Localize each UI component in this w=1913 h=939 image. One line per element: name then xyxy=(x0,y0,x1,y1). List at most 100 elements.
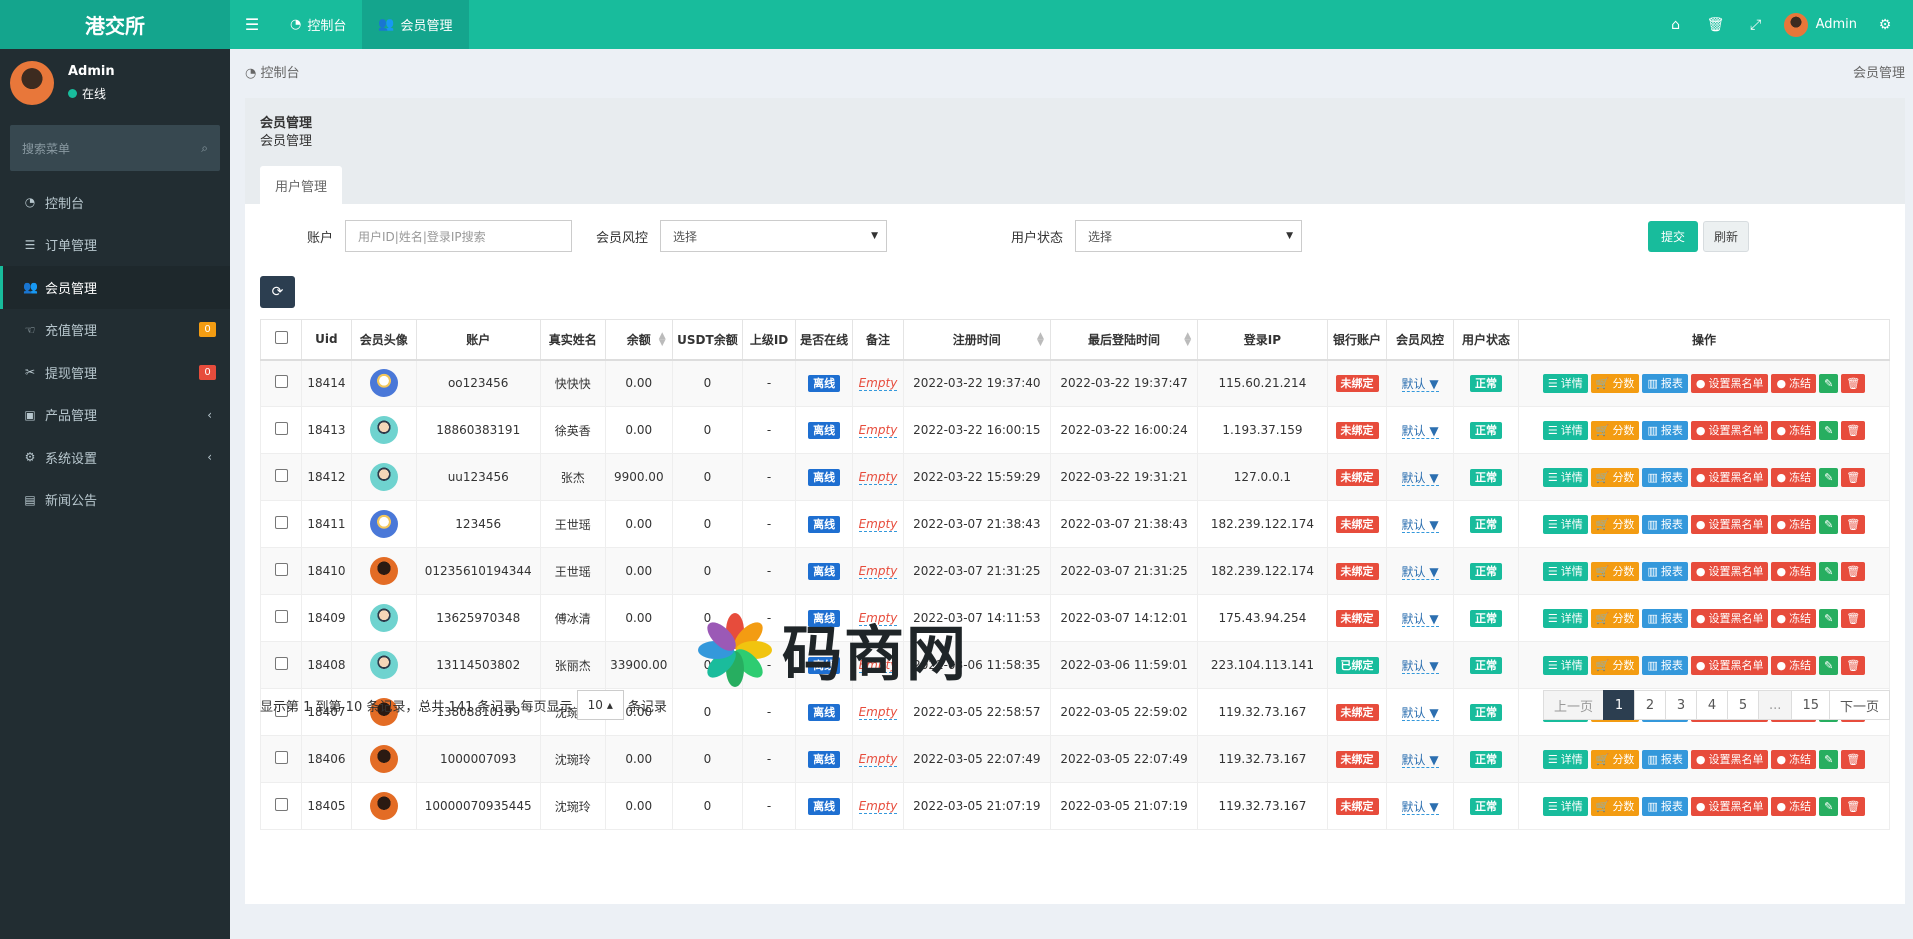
row-checkbox[interactable] xyxy=(274,657,288,670)
home-icon[interactable]: ⌂ xyxy=(1656,0,1696,49)
page-button[interactable]: 15 xyxy=(1791,690,1830,720)
row-checkbox[interactable] xyxy=(274,375,288,389)
score-button[interactable]: 🛒分数 xyxy=(1590,373,1640,393)
delete-button[interactable]: 🗑 xyxy=(1841,749,1866,769)
risk-dropdown[interactable]: 默认 ▼ xyxy=(1401,423,1439,439)
delete-button[interactable]: 🗑 xyxy=(1841,467,1866,487)
score-button[interactable]: 🛒分数 xyxy=(1590,514,1640,534)
trash-icon[interactable]: 🗑 xyxy=(1696,0,1736,49)
sidebar-item-0[interactable]: ◔ 控制台 xyxy=(0,181,230,224)
freeze-button[interactable]: ●冻结 xyxy=(1771,467,1817,487)
freeze-button[interactable]: ●冻结 xyxy=(1771,608,1817,628)
risk-dropdown[interactable]: 默认 ▼ xyxy=(1401,564,1439,580)
blacklist-button[interactable]: ●设置黑名单 xyxy=(1690,796,1769,816)
risk-dropdown[interactable]: 默认 ▼ xyxy=(1401,611,1439,627)
edit-button[interactable]: ✎ xyxy=(1819,514,1839,534)
tab-user-management[interactable]: 用户管理 xyxy=(260,166,343,204)
delete-button[interactable]: 🗑 xyxy=(1841,796,1866,816)
blacklist-button[interactable]: ●设置黑名单 xyxy=(1690,514,1769,534)
score-button[interactable]: 🛒分数 xyxy=(1590,608,1640,628)
note-editable[interactable]: Empty xyxy=(858,376,898,392)
edit-button[interactable]: ✎ xyxy=(1819,467,1839,487)
blacklist-button[interactable]: ●设置黑名单 xyxy=(1690,655,1769,675)
delete-button[interactable]: 🗑 xyxy=(1841,561,1866,581)
freeze-button[interactable]: ●冻结 xyxy=(1771,561,1817,581)
sidebar-item-2[interactable]: 👥 会员管理 xyxy=(0,266,230,309)
page-button[interactable]: 下一页 xyxy=(1828,690,1890,720)
report-button[interactable]: ▥报表 xyxy=(1642,514,1688,534)
report-button[interactable]: ▥报表 xyxy=(1642,467,1688,487)
blacklist-button[interactable]: ●设置黑名单 xyxy=(1690,561,1769,581)
report-button[interactable]: ▥报表 xyxy=(1642,373,1688,393)
risk-select[interactable]: 选择 ▼ xyxy=(660,220,887,252)
page-button[interactable]: 2 xyxy=(1634,690,1667,720)
risk-dropdown[interactable]: 默认 ▼ xyxy=(1401,517,1439,533)
note-editable[interactable]: Empty xyxy=(858,799,898,814)
report-button[interactable]: ▥报表 xyxy=(1642,749,1688,769)
page-button[interactable]: 4 xyxy=(1696,690,1729,720)
select-all-checkbox[interactable] xyxy=(274,331,288,345)
risk-dropdown[interactable]: 默认 ▼ xyxy=(1401,376,1439,392)
page-button[interactable]: 5 xyxy=(1727,690,1760,720)
sidebar-item-5[interactable]: ▣ 产品管理 ‹ xyxy=(0,394,230,437)
column-header[interactable]: 注册时间 ▲ ▼ xyxy=(902,319,1051,361)
page-size-select[interactable]: 10 ▴ xyxy=(576,690,624,720)
freeze-button[interactable]: ●冻结 xyxy=(1771,420,1817,440)
row-checkbox[interactable] xyxy=(274,516,288,529)
menu-search-input[interactable]: 搜索菜单 ⌕ xyxy=(10,125,220,171)
blacklist-button[interactable]: ●设置黑名单 xyxy=(1690,373,1769,393)
note-editable[interactable]: Empty xyxy=(858,752,898,767)
risk-dropdown[interactable]: 默认 ▼ xyxy=(1401,799,1439,815)
sidebar-item-6[interactable]: ⚙ 系统设置 ‹ xyxy=(0,436,230,479)
account-search-input[interactable]: 用户ID|姓名|登录IP搜索 xyxy=(345,220,572,252)
note-editable[interactable]: Empty xyxy=(858,423,898,438)
report-button[interactable]: ▥报表 xyxy=(1642,561,1688,581)
score-button[interactable]: 🛒分数 xyxy=(1590,655,1640,675)
score-button[interactable]: 🛒分数 xyxy=(1590,796,1640,816)
score-button[interactable]: 🛒分数 xyxy=(1590,561,1640,581)
report-button[interactable]: ▥报表 xyxy=(1642,655,1688,675)
detail-button[interactable]: ☰详情 xyxy=(1542,561,1588,581)
column-header[interactable]: 最后登陆时间 ▲ ▼ xyxy=(1049,319,1199,361)
edit-button[interactable]: ✎ xyxy=(1819,373,1839,393)
status-select[interactable]: 选择 ▼ xyxy=(1075,220,1302,252)
app-logo[interactable]: 港交所 xyxy=(0,0,230,49)
risk-dropdown[interactable]: 默认 ▼ xyxy=(1401,658,1439,674)
edit-button[interactable]: ✎ xyxy=(1819,655,1839,675)
score-button[interactable]: 🛒分数 xyxy=(1590,749,1640,769)
freeze-button[interactable]: ●冻结 xyxy=(1771,796,1817,816)
row-checkbox[interactable] xyxy=(274,751,288,764)
delete-button[interactable]: 🗑 xyxy=(1841,373,1866,393)
score-button[interactable]: 🛒分数 xyxy=(1590,420,1640,440)
breadcrumb-home[interactable]: ◔ 控制台 xyxy=(245,62,300,81)
fullscreen-icon[interactable]: ⤢ xyxy=(1736,0,1776,49)
sidebar-item-1[interactable]: ☰ 订单管理 xyxy=(0,224,230,267)
detail-button[interactable]: ☰详情 xyxy=(1542,514,1588,534)
blacklist-button[interactable]: ●设置黑名单 xyxy=(1690,467,1769,487)
freeze-button[interactable]: ●冻结 xyxy=(1771,749,1817,769)
delete-button[interactable]: 🗑 xyxy=(1841,514,1866,534)
row-checkbox[interactable] xyxy=(274,422,288,435)
edit-button[interactable]: ✎ xyxy=(1819,561,1839,581)
freeze-button[interactable]: ●冻结 xyxy=(1771,655,1817,675)
delete-button[interactable]: 🗑 xyxy=(1841,608,1866,628)
blacklist-button[interactable]: ●设置黑名单 xyxy=(1690,420,1769,440)
detail-button[interactable]: ☰详情 xyxy=(1542,373,1588,393)
detail-button[interactable]: ☰详情 xyxy=(1542,608,1588,628)
detail-button[interactable]: ☰详情 xyxy=(1542,796,1588,816)
top-user-menu[interactable]: Admin xyxy=(1776,12,1865,37)
reload-button[interactable]: ⟳ xyxy=(260,276,295,308)
column-header[interactable]: 余额 ▲ ▼ xyxy=(604,319,673,361)
freeze-button[interactable]: ●冻结 xyxy=(1771,373,1817,393)
note-editable[interactable]: Empty xyxy=(858,564,898,579)
top-nav-tab-0[interactable]: ◔ 控制台 xyxy=(274,0,362,49)
page-button[interactable]: 3 xyxy=(1665,690,1698,720)
note-editable[interactable]: Empty xyxy=(858,705,898,720)
row-checkbox[interactable] xyxy=(274,798,288,811)
report-button[interactable]: ▥报表 xyxy=(1642,608,1688,628)
note-editable[interactable]: Empty xyxy=(858,517,898,532)
reset-button[interactable]: 刷新 xyxy=(1703,221,1749,252)
detail-button[interactable]: ☰详情 xyxy=(1542,749,1588,769)
delete-button[interactable]: 🗑 xyxy=(1841,420,1866,440)
risk-dropdown[interactable]: 默认 ▼ xyxy=(1401,752,1439,768)
